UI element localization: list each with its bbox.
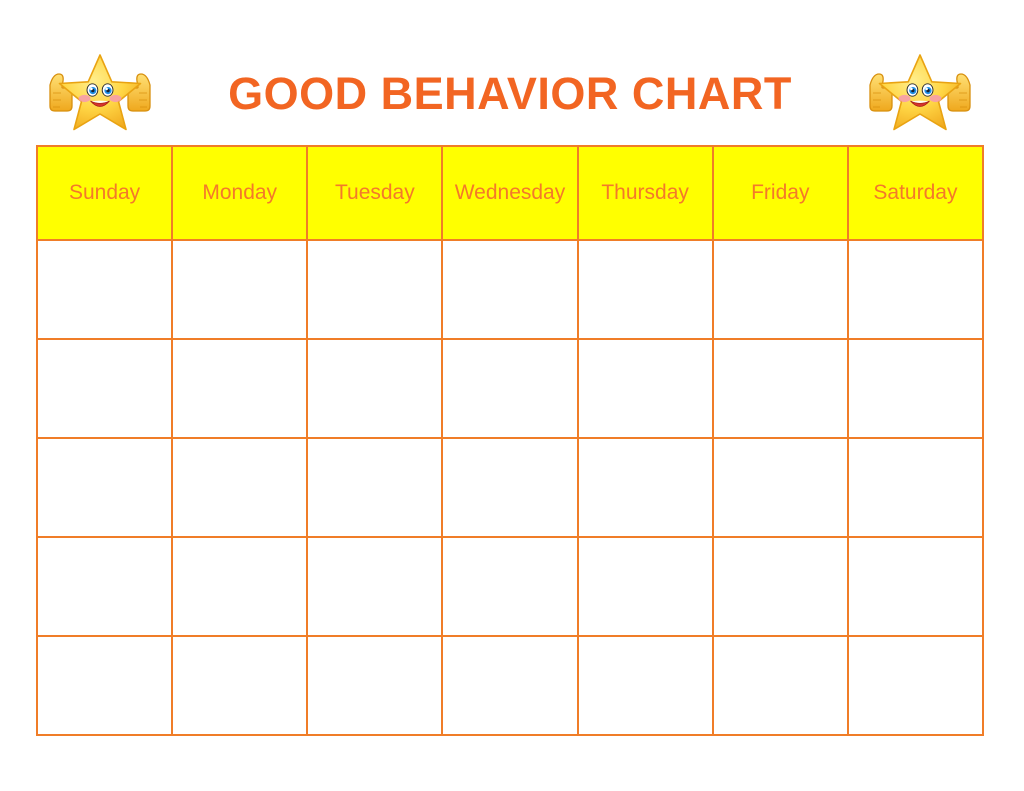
- column-header-sunday: Sunday: [35, 145, 174, 241]
- table-header: Sunday Monday Tuesday Wednesday Thursday Frid…: [35, 145, 985, 241]
- table-row: [35, 437, 985, 538]
- behavior-cell[interactable]: [846, 437, 985, 538]
- star-cheek-left: [78, 94, 91, 103]
- behavior-cell[interactable]: [35, 437, 174, 538]
- behavior-cell[interactable]: [171, 635, 309, 736]
- thumbs-up-hand-left: [869, 73, 893, 112]
- behavior-cell[interactable]: [306, 635, 444, 736]
- star-body: [878, 54, 962, 131]
- thumbs-up-hand-right: [947, 73, 971, 112]
- behavior-chart-page: GOOD BEHAVIOR CHART Sunday Monday Tuesda…: [0, 0, 1024, 791]
- table-body: [35, 239, 985, 736]
- behavior-cell[interactable]: [306, 338, 444, 439]
- table-row: [35, 536, 985, 637]
- column-header-tuesday: Tuesday: [306, 145, 444, 241]
- behavior-cell[interactable]: [306, 239, 444, 340]
- behavior-cell[interactable]: [576, 338, 714, 439]
- star-cheek-right: [109, 94, 122, 103]
- behavior-cell[interactable]: [711, 239, 849, 340]
- table-row: [35, 635, 985, 736]
- column-header-wednesday: Wednesday: [441, 145, 579, 241]
- star-cheek-left: [898, 94, 911, 103]
- behavior-cell[interactable]: [711, 635, 849, 736]
- column-header-thursday: Thursday: [576, 145, 714, 241]
- star-eye-left: [906, 83, 919, 97]
- star-body: [58, 54, 142, 131]
- behavior-cell[interactable]: [576, 635, 714, 736]
- behavior-cell[interactable]: [306, 437, 444, 538]
- behavior-cell[interactable]: [711, 437, 849, 538]
- star-eye-right: [101, 83, 114, 97]
- behavior-cell[interactable]: [35, 338, 174, 439]
- behavior-chart-table: Sunday Monday Tuesday Wednesday Thursday Frid…: [35, 145, 985, 736]
- column-header-friday: Friday: [711, 145, 849, 241]
- behavior-cell[interactable]: [171, 437, 309, 538]
- behavior-cell[interactable]: [846, 239, 985, 340]
- behavior-cell[interactable]: [35, 536, 174, 637]
- smiling-star-thumbs-up-icon-left: [49, 54, 151, 131]
- behavior-cell[interactable]: [846, 635, 985, 736]
- behavior-cell[interactable]: [171, 338, 309, 439]
- star-eye-left: [86, 83, 99, 97]
- behavior-cell[interactable]: [441, 635, 579, 736]
- star-cheek-right: [929, 94, 942, 103]
- behavior-cell[interactable]: [711, 536, 849, 637]
- behavior-cell[interactable]: [35, 635, 174, 736]
- column-header-saturday: Saturday: [846, 145, 985, 241]
- column-header-monday: Monday: [171, 145, 309, 241]
- chart-header: GOOD BEHAVIOR CHART: [36, 46, 984, 142]
- table-row: [35, 239, 985, 340]
- behavior-cell[interactable]: [306, 536, 444, 637]
- behavior-cell[interactable]: [846, 536, 985, 637]
- table-header-row: Sunday Monday Tuesday Wednesday Thursday Frid…: [35, 145, 985, 241]
- behavior-cell[interactable]: [711, 338, 849, 439]
- behavior-cell[interactable]: [576, 536, 714, 637]
- behavior-cell[interactable]: [441, 338, 579, 439]
- behavior-cell[interactable]: [35, 239, 174, 340]
- star-eye-right: [921, 83, 934, 97]
- thumbs-up-hand-right: [127, 73, 151, 112]
- behavior-cell[interactable]: [171, 536, 309, 637]
- behavior-cell[interactable]: [441, 437, 579, 538]
- page-title: GOOD BEHAVIOR CHART: [228, 67, 792, 119]
- behavior-cell[interactable]: [441, 536, 579, 637]
- behavior-cell[interactable]: [576, 239, 714, 340]
- table-row: [35, 338, 985, 439]
- behavior-cell[interactable]: [441, 239, 579, 340]
- behavior-cell[interactable]: [846, 338, 985, 439]
- smiling-star-thumbs-up-icon-right: [869, 54, 971, 131]
- behavior-cell[interactable]: [171, 239, 309, 340]
- behavior-cell[interactable]: [576, 437, 714, 538]
- thumbs-up-hand-left: [49, 73, 73, 112]
